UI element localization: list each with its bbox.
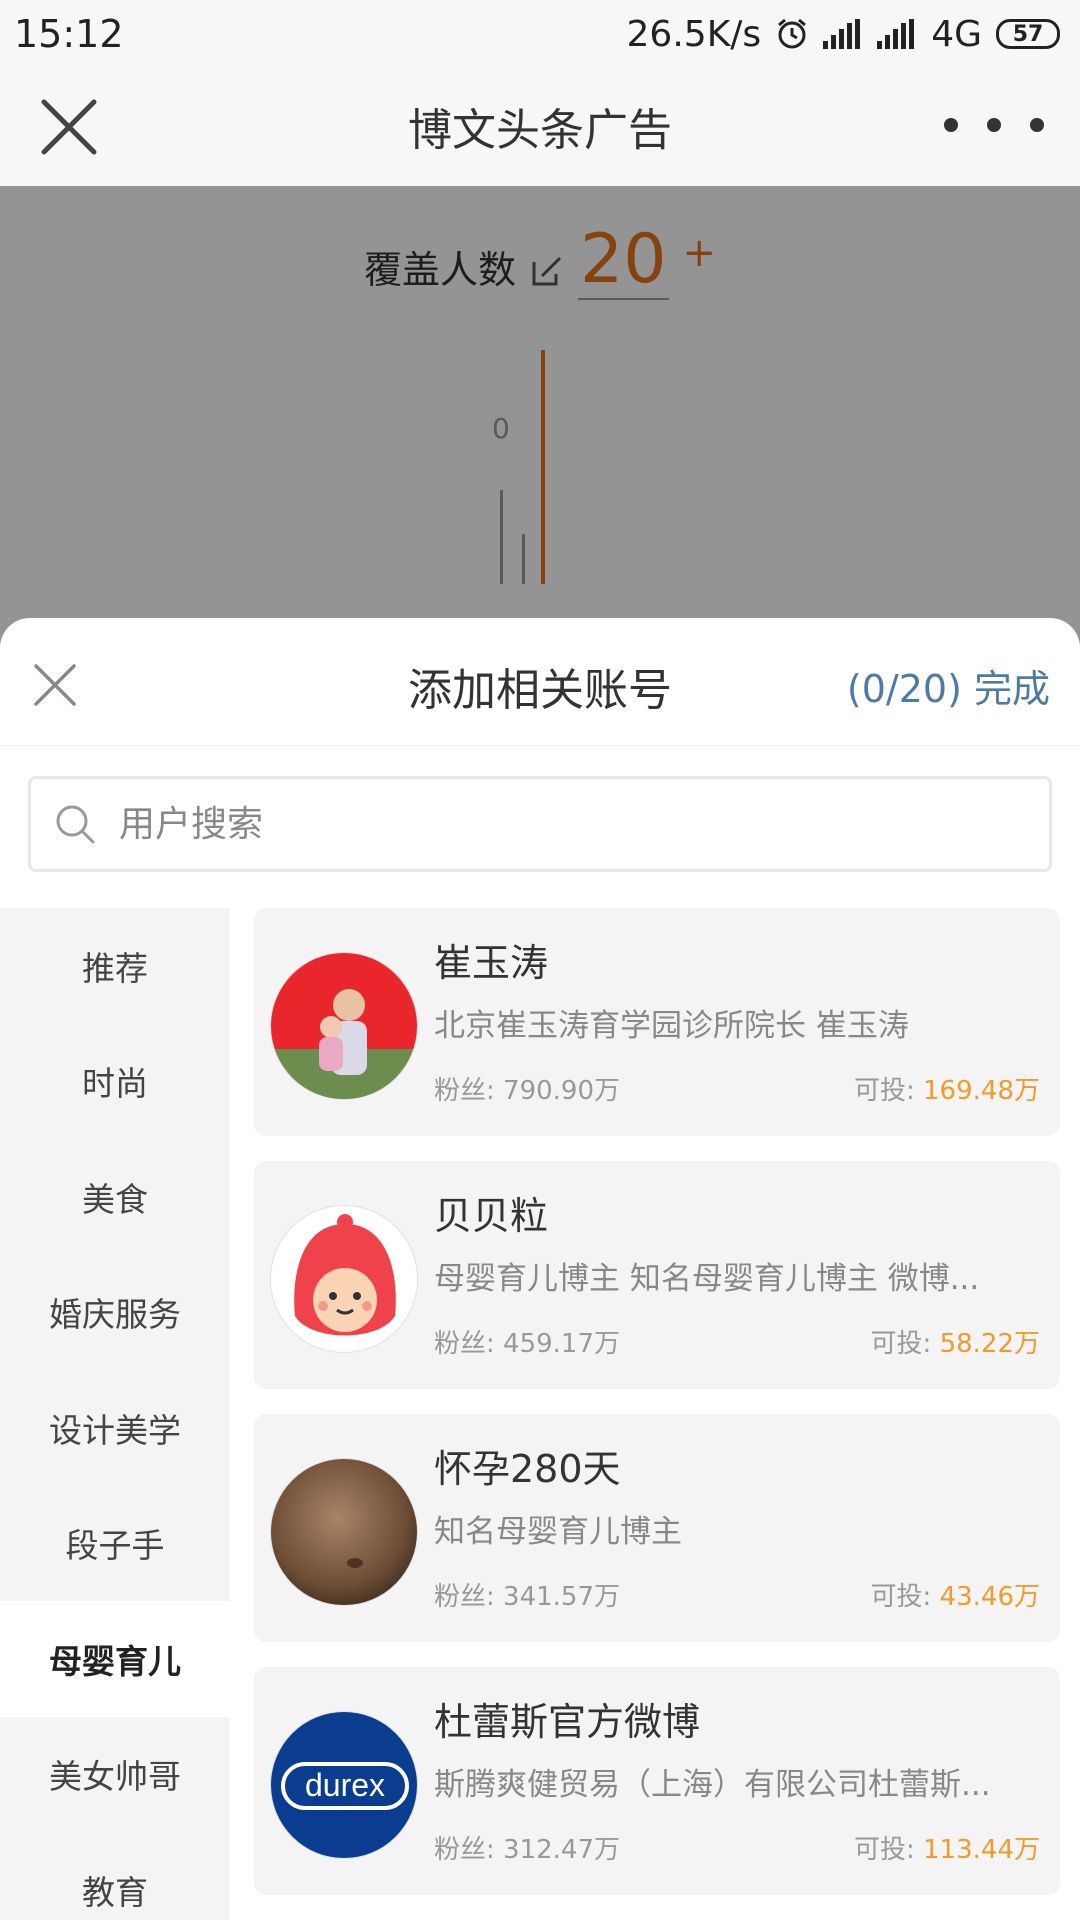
category-jiaoyu[interactable]: 教育 (0, 1832, 230, 1920)
add-account-sheet: 添加相关账号 (0/20) 完成 推荐 时尚 美食 婚庆服务 设计美学 段子手 … (0, 618, 1080, 1920)
category-meinv[interactable]: 美女帅哥 (0, 1717, 230, 1833)
account-fans: 粉丝: 341.57万 (434, 1582, 621, 1612)
search-input[interactable] (119, 803, 999, 845)
selected-count: (0/20) (846, 667, 962, 711)
category-muying[interactable]: 母婴育儿 (0, 1601, 230, 1717)
account-desc: 北京崔玉涛育学园诊所院长 崔玉涛 (434, 1008, 909, 1044)
account-fans: 粉丝: 312.47万 (434, 1835, 621, 1865)
account-name: 崔玉涛 (434, 941, 549, 985)
cartoon-baby-avatar (270, 1205, 418, 1353)
done-button[interactable]: (0/20) 完成 (847, 658, 1050, 713)
svg-text:durex: durex (305, 1767, 385, 1803)
durex-logo-avatar: durex (270, 1711, 418, 1859)
person-photo-avatar (270, 952, 418, 1100)
account-list: 崔玉涛 北京崔玉涛育学园诊所院长 崔玉涛 粉丝: 790.90万 可投: 169… (254, 908, 1060, 1920)
account-name: 杜蕾斯官方微博 (434, 1700, 701, 1744)
status-indicators: 26.5K/s 4G 57 (627, 12, 1060, 56)
status-time: 15:12 (14, 12, 124, 56)
category-duanzishou[interactable]: 段子手 (0, 1486, 230, 1602)
battery-icon: 57 (996, 19, 1060, 49)
category-meishi[interactable]: 美食 (0, 1139, 230, 1255)
account-name: 贝贝粒 (434, 1194, 549, 1238)
account-card[interactable]: 怀孕280天 知名母婴育儿博主 粉丝: 341.57万 可投: 43.46万 (254, 1414, 1060, 1642)
more-options-icon[interactable] (944, 118, 1044, 138)
category-shishang[interactable]: 时尚 (0, 1024, 230, 1140)
net-speed: 26.5K/s (626, 13, 762, 55)
page-title: 博文头条广告 (408, 105, 672, 156)
category-sidebar: 推荐 时尚 美食 婚庆服务 设计美学 段子手 母婴育儿 美女帅哥 教育 (0, 908, 230, 1920)
account-desc: 知名母婴育儿博主 (434, 1514, 682, 1550)
account-card[interactable]: durex 杜蕾斯官方微博 斯腾爽健贸易（上海）有限公司杜蕾斯... 粉丝: 3… (254, 1667, 1060, 1895)
sheet-header: 添加相关账号 (0/20) 完成 (0, 618, 1080, 746)
account-desc: 母婴育儿博主 知名母婴育儿博主 微博... (434, 1261, 980, 1297)
category-sheji[interactable]: 设计美学 (0, 1370, 230, 1486)
category-hunqing[interactable]: 婚庆服务 (0, 1255, 230, 1371)
status-bar: 15:12 26.5K/s 4G 57 (0, 0, 1080, 66)
account-desc: 斯腾爽健贸易（上海）有限公司杜蕾斯... (434, 1767, 991, 1803)
done-label: 完成 (973, 667, 1050, 711)
network-type: 4G (931, 13, 982, 55)
account-budget: 可投: 113.44万 (853, 1835, 1040, 1865)
category-tuijian[interactable]: 推荐 (0, 908, 230, 1024)
account-fans: 粉丝: 459.17万 (434, 1329, 621, 1359)
alarm-icon (775, 17, 809, 51)
pregnant-belly-avatar (270, 1458, 418, 1606)
search-box[interactable] (28, 776, 1052, 872)
signal-icon-2 (877, 19, 917, 49)
account-budget: 可投: 58.22万 (870, 1329, 1040, 1359)
account-name: 怀孕280天 (434, 1447, 621, 1491)
account-budget: 可投: 169.48万 (853, 1076, 1040, 1106)
app-bar: 博文头条广告 (0, 66, 1080, 186)
signal-icon (823, 19, 863, 49)
account-budget: 可投: 43.46万 (870, 1582, 1040, 1612)
search-icon (56, 805, 95, 844)
account-card[interactable]: 崔玉涛 北京崔玉涛育学园诊所院长 崔玉涛 粉丝: 790.90万 可投: 169… (254, 908, 1060, 1136)
account-fans: 粉丝: 790.90万 (434, 1076, 621, 1106)
account-card[interactable]: 贝贝粒 母婴育儿博主 知名母婴育儿博主 微博... 粉丝: 459.17万 可投… (254, 1161, 1060, 1389)
